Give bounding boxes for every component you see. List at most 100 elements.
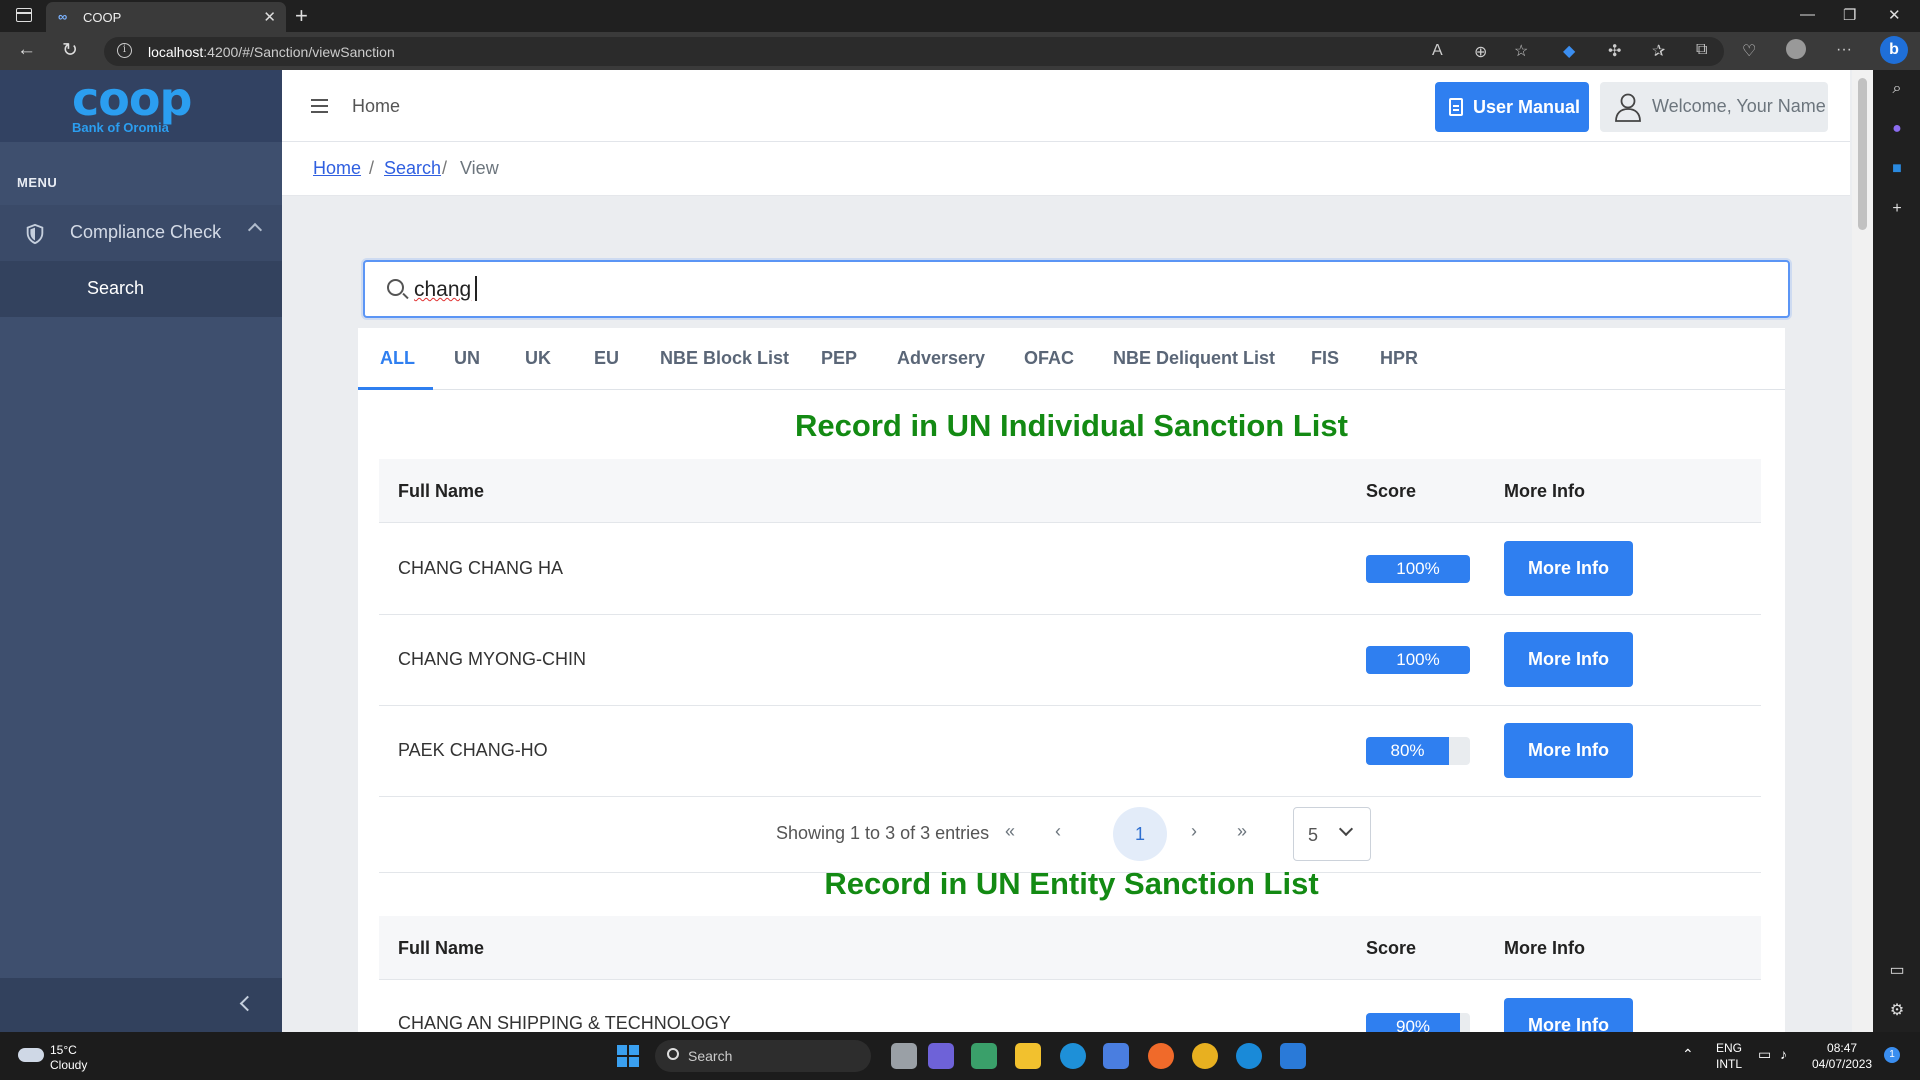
- sidebar-add-icon[interactable]: +: [1886, 200, 1908, 222]
- table-row: CHANG CHANG HA 100% More Info: [379, 524, 1761, 615]
- search-icon: [667, 1048, 679, 1060]
- tab-nbe-block-list[interactable]: NBE Block List: [660, 348, 789, 369]
- next-page-icon[interactable]: ›: [1191, 821, 1197, 842]
- chevron-up-icon: [247, 222, 263, 238]
- logo-area[interactable]: coop Bank of Oromia: [0, 70, 282, 142]
- tab-uk[interactable]: UK: [525, 348, 551, 369]
- favorites-icon[interactable]: ✰: [1652, 41, 1665, 61]
- column-header-score[interactable]: Score: [1366, 481, 1416, 502]
- column-header-full-name[interactable]: Full Name: [398, 938, 484, 959]
- breadcrumb-search-link[interactable]: Search: [384, 158, 441, 179]
- page-scrollbar[interactable]: [1852, 70, 1873, 1032]
- breadcrumb-home-link[interactable]: Home: [313, 158, 361, 179]
- more-info-button[interactable]: More Info: [1504, 998, 1633, 1032]
- volume-icon[interactable]: ♪: [1780, 1046, 1787, 1062]
- network-icon[interactable]: ▭: [1758, 1046, 1771, 1062]
- logo-subtitle: Bank of Oromia: [72, 120, 169, 135]
- score-bar-fill: 100%: [1366, 646, 1470, 674]
- taskbar-search[interactable]: Search: [655, 1040, 871, 1072]
- hamburger-menu-icon[interactable]: [311, 99, 328, 113]
- tab-nbe-deliquent-list[interactable]: NBE Deliquent List: [1113, 348, 1275, 369]
- sidebar-settings-icon[interactable]: ⚙: [1886, 1000, 1908, 1022]
- table-row: CHANG AN SHIPPING & TECHNOLOGY 90% More …: [379, 981, 1761, 1032]
- more-options-icon[interactable]: ···: [1836, 41, 1852, 59]
- edge-icon[interactable]: [1060, 1043, 1086, 1069]
- tab-adversery[interactable]: Adversery: [897, 348, 985, 369]
- language-indicator[interactable]: ENG INTL: [1716, 1040, 1742, 1072]
- browser-tab[interactable]: ∞ COOP ✕: [46, 2, 286, 32]
- full-name-cell: PAEK CHANG-HO: [398, 740, 548, 760]
- sidebar-tools-icon[interactable]: ●: [1886, 120, 1908, 142]
- close-window-icon[interactable]: ✕: [1888, 6, 1901, 24]
- minimize-icon[interactable]: —: [1800, 6, 1815, 23]
- clock[interactable]: 08:47 04/07/2023: [1812, 1040, 1872, 1072]
- page-button-current[interactable]: 1: [1113, 807, 1167, 861]
- close-tab-icon[interactable]: ✕: [263, 8, 276, 26]
- tray-overflow-icon[interactable]: ⌃: [1682, 1046, 1694, 1062]
- extension-icon[interactable]: ◆: [1563, 41, 1575, 61]
- extensions-puzzle-icon[interactable]: ✣: [1608, 41, 1621, 61]
- read-aloud-icon[interactable]: A: [1432, 42, 1443, 60]
- sidebar-search-icon[interactable]: ⌕: [1886, 80, 1908, 102]
- new-tab-icon[interactable]: +: [295, 3, 308, 29]
- welcome-text: Welcome, Your Name: [1652, 96, 1826, 116]
- tab-eu[interactable]: EU: [594, 348, 619, 369]
- notification-badge[interactable]: 1: [1884, 1047, 1900, 1063]
- sidebar-item-label: Search: [87, 278, 145, 298]
- favorite-star-icon[interactable]: ☆: [1514, 41, 1528, 61]
- tab-all[interactable]: ALL: [380, 348, 415, 369]
- full-name-cell: CHANG MYONG-CHIN: [398, 649, 586, 669]
- tab-ofac[interactable]: OFAC: [1024, 348, 1074, 369]
- page-size-value: 5: [1308, 825, 1319, 845]
- tab-fis[interactable]: FIS: [1311, 348, 1339, 369]
- vscode-icon[interactable]: [1280, 1043, 1306, 1069]
- last-page-icon[interactable]: »: [1237, 821, 1247, 842]
- url-field[interactable]: i localhost:4200/#/Sanction/viewSanction…: [104, 37, 1724, 66]
- sidebar-item-search[interactable]: Search: [0, 261, 282, 317]
- score-bar-fill: 100%: [1366, 555, 1470, 583]
- edge-sidebar: ⌕ ● ■ + ▭ ⚙: [1873, 70, 1920, 1032]
- sidebar-item-compliance-check[interactable]: Compliance Check: [0, 205, 282, 261]
- refresh-icon[interactable]: ↻: [62, 39, 78, 62]
- column-header-full-name[interactable]: Full Name: [398, 481, 484, 502]
- site-info-icon[interactable]: i: [117, 43, 132, 58]
- scrollbar-thumb[interactable]: [1858, 78, 1867, 230]
- postman-icon[interactable]: [1148, 1043, 1174, 1069]
- back-icon[interactable]: ←: [17, 39, 36, 61]
- browser-essentials-icon[interactable]: ♡: [1742, 41, 1756, 61]
- task-view-icon[interactable]: [891, 1043, 917, 1069]
- pagination: Showing 1 to 3 of 3 entries « ‹ 1 › » 5: [379, 797, 1761, 873]
- cloud-icon: [18, 1048, 44, 1062]
- user-icon: [1615, 93, 1641, 122]
- skype-icon[interactable]: [1236, 1043, 1262, 1069]
- file-explorer-icon[interactable]: [1015, 1043, 1041, 1069]
- chrome-icon[interactable]: [1192, 1043, 1218, 1069]
- windows-start-icon[interactable]: [617, 1045, 639, 1067]
- restore-icon[interactable]: ❐: [1843, 6, 1856, 24]
- search-input[interactable]: chang: [363, 260, 1790, 318]
- header-home-link[interactable]: Home: [352, 96, 400, 117]
- collections-icon[interactable]: ⧉: [1696, 41, 1707, 59]
- more-info-button[interactable]: More Info: [1504, 723, 1633, 778]
- zoom-icon[interactable]: ⊕: [1474, 42, 1487, 62]
- first-page-icon[interactable]: «: [1005, 821, 1015, 842]
- more-info-button[interactable]: More Info: [1504, 541, 1633, 596]
- teams-icon[interactable]: [928, 1043, 954, 1069]
- microsoft-store-icon[interactable]: [1103, 1043, 1129, 1069]
- collapse-sidebar-icon[interactable]: [239, 995, 256, 1012]
- more-info-button[interactable]: More Info: [1504, 632, 1633, 687]
- tab-hpr[interactable]: HPR: [1380, 348, 1418, 369]
- outlook-icon[interactable]: ■: [1886, 160, 1908, 182]
- user-menu[interactable]: Welcome, Your Name: [1600, 82, 1828, 132]
- tab-pep[interactable]: PEP: [821, 348, 857, 369]
- user-manual-button[interactable]: User Manual: [1435, 82, 1589, 132]
- store-app-icon[interactable]: [971, 1043, 997, 1069]
- bing-copilot-icon[interactable]: b: [1880, 36, 1908, 64]
- tab-actions-icon[interactable]: [16, 8, 32, 22]
- column-header-score[interactable]: Score: [1366, 938, 1416, 959]
- profile-avatar-icon[interactable]: [1786, 39, 1806, 59]
- prev-page-icon[interactable]: ‹: [1055, 821, 1061, 842]
- tab-un[interactable]: UN: [454, 348, 480, 369]
- page-size-select[interactable]: 5: [1293, 807, 1371, 861]
- sidebar-layout-icon[interactable]: ▭: [1886, 960, 1908, 982]
